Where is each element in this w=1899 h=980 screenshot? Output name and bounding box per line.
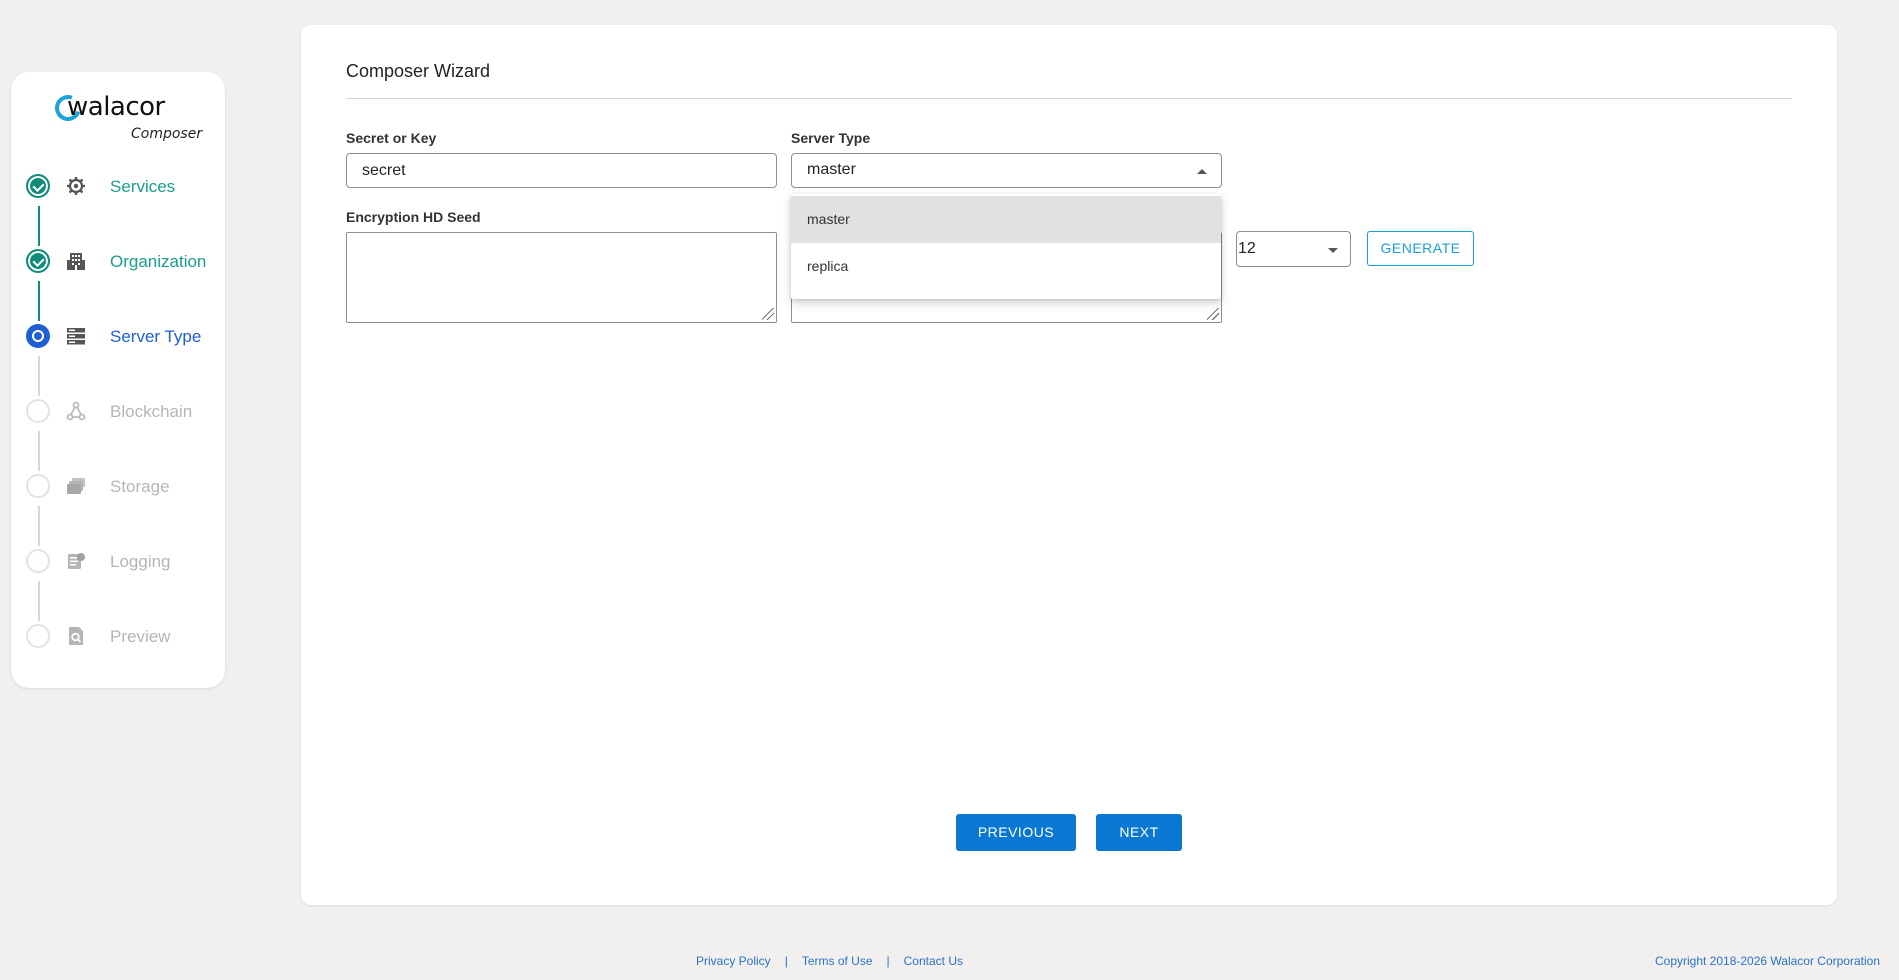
footer-links: Privacy Policy | Terms of Use | Contact Us	[696, 954, 963, 968]
step-connector	[38, 581, 40, 621]
encryption-seed-label: Encryption HD Seed	[346, 209, 481, 225]
step-connector	[38, 431, 40, 471]
step-pending-circle-icon	[26, 549, 50, 573]
step-server-type[interactable]: Server Type	[26, 322, 226, 352]
walacor-logo: walacor Composer	[45, 82, 215, 142]
step-label: Services	[110, 177, 176, 196]
privacy-policy-link[interactable]: Privacy Policy	[696, 954, 771, 968]
word-count-value: 12	[1238, 240, 1256, 257]
step-label: Preview	[110, 627, 171, 646]
server-type-selected-value: master	[807, 161, 856, 178]
document-search-icon	[69, 627, 83, 645]
next-button[interactable]: NEXT	[1096, 814, 1182, 851]
title-divider	[346, 98, 1792, 99]
encryption-seed-textarea[interactable]	[346, 232, 777, 323]
gear-icon	[67, 177, 85, 195]
step-current-indicator-icon	[26, 324, 50, 348]
resize-handle-icon[interactable]	[762, 308, 774, 320]
step-connector	[38, 206, 40, 246]
step-storage[interactable]: Storage	[26, 472, 226, 502]
chevron-down-icon[interactable]	[1328, 248, 1338, 253]
logo-product-name: Composer	[131, 126, 203, 142]
server-type-dropdown-menu: master replica	[791, 194, 1221, 299]
wizard-sidebar: walacor Composer Services Organization S…	[11, 72, 225, 688]
step-services[interactable]: Services	[26, 172, 226, 202]
step-label: Storage	[110, 477, 170, 496]
step-blockchain[interactable]: Blockchain	[26, 397, 226, 427]
folder-stack-icon	[67, 478, 85, 494]
step-label: Blockchain	[110, 402, 193, 421]
network-icon	[66, 401, 86, 421]
word-count-select[interactable]: 12	[1236, 231, 1351, 267]
step-pending-circle-icon	[26, 474, 50, 498]
step-complete-check-icon	[26, 249, 50, 273]
step-label: Organization	[110, 252, 207, 271]
building-icon	[67, 253, 85, 270]
step-pending-circle-icon	[26, 399, 50, 423]
resize-handle-icon[interactable]	[1207, 308, 1219, 320]
server-type-select[interactable]: master	[791, 153, 1222, 188]
secret-key-label: Secret or Key	[346, 130, 437, 146]
dropdown-option-replica[interactable]: replica	[791, 243, 1221, 290]
step-connector	[38, 356, 40, 396]
chevron-up-icon[interactable]	[1197, 169, 1207, 174]
step-connector	[38, 506, 40, 546]
step-pending-circle-icon	[26, 624, 50, 648]
step-complete-check-icon	[26, 174, 50, 198]
logo-wordmark: walacor	[67, 92, 165, 122]
terms-of-use-link[interactable]: Terms of Use	[802, 954, 873, 968]
log-icon	[68, 553, 85, 569]
step-preview[interactable]: Preview	[26, 622, 226, 652]
server-type-label: Server Type	[791, 130, 871, 146]
step-organization[interactable]: Organization	[26, 247, 226, 277]
step-label: Server Type	[110, 327, 202, 346]
page-title: Composer Wizard	[346, 61, 491, 81]
step-logging[interactable]: Logging	[26, 547, 226, 577]
copyright-text: Copyright 2018-2026 Walacor Corporation	[1654, 954, 1880, 968]
step-label: Logging	[110, 552, 171, 571]
dropdown-option-master[interactable]: master	[791, 196, 1221, 243]
footer-separator: |	[886, 954, 890, 968]
wizard-card: Composer Wizard Secret or Key Server Typ…	[301, 25, 1837, 905]
secret-key-input[interactable]	[346, 153, 777, 188]
step-connector	[38, 281, 40, 321]
previous-button[interactable]: PREVIOUS	[956, 814, 1076, 851]
server-icon	[67, 328, 85, 345]
contact-us-link[interactable]: Contact Us	[904, 954, 963, 968]
generate-button[interactable]: GENERATE	[1367, 231, 1474, 266]
footer-separator: |	[784, 954, 788, 968]
